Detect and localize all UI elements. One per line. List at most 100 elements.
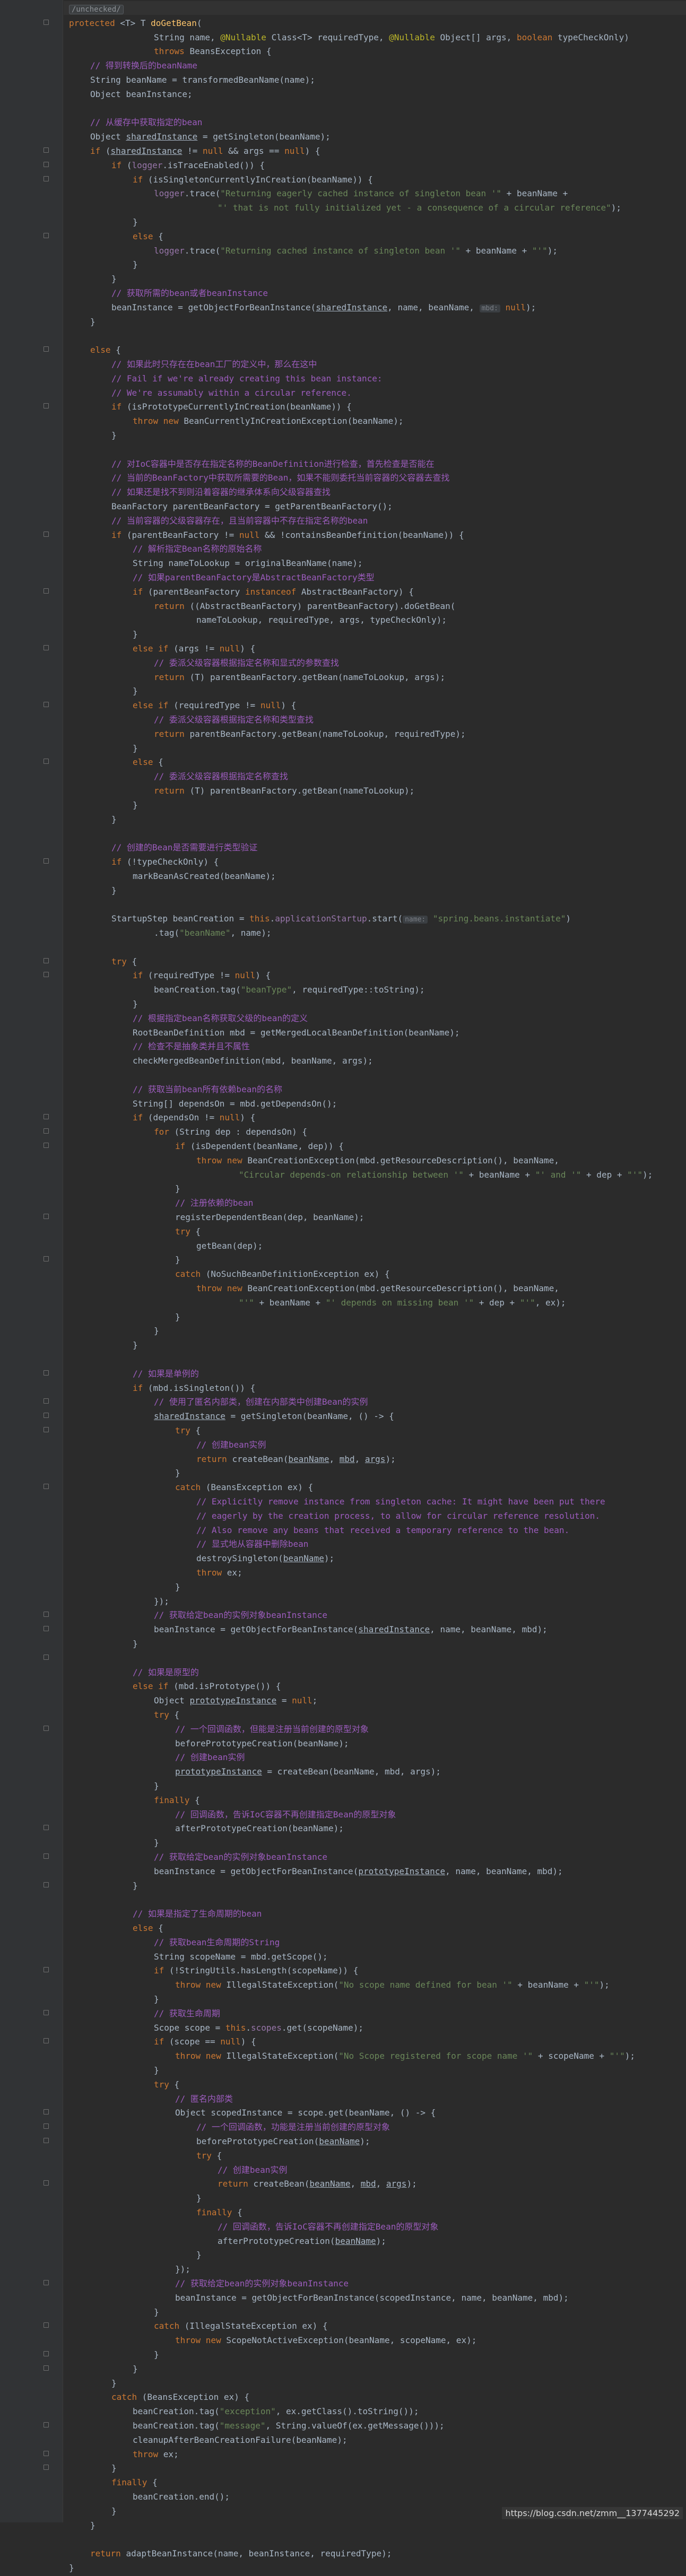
code-line[interactable]: else if (args != null) {	[133, 641, 255, 657]
code-line[interactable]: });	[154, 1594, 169, 1609]
code-line[interactable]: catch (BeansException ex) {	[175, 1480, 313, 1495]
code-line[interactable]: throw new IllegalStateException("No Scop…	[175, 2048, 635, 2064]
code-line[interactable]: finally {	[111, 2475, 158, 2491]
fold-marker-icon[interactable]	[44, 403, 49, 409]
code-line[interactable]: if (isDependent(beanName, dep)) {	[175, 1138, 344, 1154]
code-line[interactable]: if (isSingletonCurrentlyInCreation(beanN…	[133, 172, 373, 188]
code-line[interactable]: Object prototypeInstance = null;	[154, 1693, 317, 1709]
code-line[interactable]: beanInstance = getObjectForBeanInstance(…	[175, 2290, 569, 2306]
code-line[interactable]: "'" + beanName + "' depends on missing b…	[239, 1295, 566, 1311]
code-line[interactable]: beanCreation.tag("beanType", requiredTyp…	[154, 982, 425, 998]
code-line[interactable]: }	[133, 683, 138, 699]
fold-marker-icon[interactable]	[44, 1413, 49, 1418]
code-line[interactable]: });	[175, 2261, 190, 2277]
fold-marker-icon[interactable]	[44, 19, 49, 25]
code-line[interactable]: beanInstance = getObjectForBeanInstance(…	[154, 1622, 548, 1638]
code-line[interactable]: // 根据指定bean名称获取父级的bean的定义	[133, 1011, 308, 1026]
code-line[interactable]: // Explicitly remove instance from singl…	[196, 1494, 605, 1510]
code-line[interactable]: registerDependentBean(dep, beanName);	[175, 1209, 364, 1225]
code-line[interactable]: // 对IoC容器中是否存在指定名称的BeanDefinition进行检查，首先…	[111, 456, 435, 472]
fold-marker-icon[interactable]	[44, 759, 49, 764]
code-line[interactable]: else if (requiredType != null) {	[133, 698, 296, 713]
fold-marker-icon[interactable]	[44, 2450, 49, 2456]
code-line[interactable]: // 创建bean实例	[196, 1437, 266, 1453]
code-line[interactable]: // We're assumably within a circular ref…	[111, 385, 352, 401]
code-line[interactable]: return (T) parentBeanFactory.getBean(nam…	[154, 783, 414, 799]
fold-marker-icon[interactable]	[44, 2109, 49, 2115]
fold-marker-icon[interactable]	[44, 1825, 49, 1831]
fold-marker-icon[interactable]	[44, 972, 49, 978]
code-line[interactable]: throw new ScopeNotActiveException(beanNa…	[175, 2333, 476, 2348]
code-line[interactable]: beforePrototypeCreation(beanName);	[175, 1736, 349, 1752]
code-line[interactable]: // 显式地从容器中删除bean	[196, 1536, 308, 1552]
code-line[interactable]: if (requiredType != null) {	[133, 968, 271, 984]
code-line[interactable]: return createBean(beanName, mbd, args);	[196, 1451, 396, 1467]
code-line[interactable]: }	[133, 996, 138, 1012]
code-line[interactable]: // 解析指定Bean名称的原始名称	[133, 541, 262, 557]
fold-marker-icon[interactable]	[44, 531, 49, 537]
code-line[interactable]: }	[154, 1835, 159, 1851]
code-line[interactable]: StartupStep beanCreation = this.applicat…	[111, 911, 571, 927]
code-line[interactable]: if (!typeCheckOnly) {	[111, 854, 219, 870]
code-line[interactable]: if (!StringUtils.hasLength(scopeName)) {	[154, 1963, 358, 1979]
code-line[interactable]: getBean(dep);	[196, 1238, 263, 1254]
code-line[interactable]: }	[133, 626, 138, 642]
fold-marker-icon[interactable]	[44, 2124, 49, 2129]
code-line[interactable]: beforePrototypeCreation(beanName);	[196, 2134, 370, 2149]
code-line[interactable]: }	[133, 1636, 138, 1652]
code-line[interactable]: throws BeansException {	[154, 43, 272, 59]
code-line[interactable]: }	[175, 1252, 180, 1268]
code-line[interactable]: "' that is not fully initialized yet - a…	[218, 200, 621, 216]
code-line[interactable]: // 匿名内部类	[175, 2091, 233, 2107]
code-line[interactable]: // 获取给定bean的实例对象beanInstance	[154, 1607, 327, 1623]
fold-marker-icon[interactable]	[44, 2365, 49, 2371]
code-line[interactable]: // 如果还是找不到则沿着容器的继承体系向父级容器查找	[111, 484, 331, 500]
code-line[interactable]: String beanName = transformedBeanName(na…	[90, 72, 315, 88]
fold-marker-icon[interactable]	[44, 1114, 49, 1120]
code-line[interactable]: }	[175, 1579, 180, 1595]
fold-marker-icon[interactable]	[44, 2351, 49, 2356]
code-line[interactable]: markBeanAsCreated(beanName);	[133, 868, 276, 884]
code-line[interactable]: return adaptBeanInstance(name, beanInsta…	[90, 2546, 392, 2562]
code-line[interactable]: Scope scope = this.scopes.get(scopeName)…	[154, 2020, 363, 2036]
code-line[interactable]: beanCreation.tag("message", String.value…	[133, 2418, 445, 2434]
fold-marker-icon[interactable]	[44, 588, 49, 594]
code-line[interactable]: }	[133, 797, 138, 813]
code-line[interactable]: }	[69, 2560, 74, 2576]
fold-marker-icon[interactable]	[44, 958, 49, 963]
code-line[interactable]: Object sharedInstance = getSingleton(bea…	[90, 129, 331, 145]
fold-marker-icon[interactable]	[44, 1427, 49, 1432]
fold-marker-icon[interactable]	[44, 2009, 49, 2015]
code-line[interactable]: }	[111, 2503, 117, 2519]
fold-marker-icon[interactable]	[44, 1256, 49, 1262]
fold-marker-icon[interactable]	[44, 2038, 49, 2044]
code-line[interactable]: sharedInstance = getSingleton(beanName, …	[154, 1408, 394, 1424]
code-line[interactable]: Object scopedInstance = scope.get(beanNa…	[175, 2105, 436, 2121]
code-line[interactable]: // 如果是指定了生命周期的bean	[133, 1906, 262, 1922]
code-line[interactable]: // 如果是原型的	[133, 1665, 199, 1681]
code-line[interactable]: }	[154, 1991, 159, 2007]
code-line[interactable]: prototypeInstance = createBean(beanName,…	[175, 1764, 441, 1780]
code-editor[interactable]: /unchecked/protected <T> T doGetBean(Str…	[0, 0, 686, 2573]
code-line[interactable]: if (parentBeanFactory instanceof Abstrac…	[133, 584, 414, 600]
code-line[interactable]: beanInstance = getObjectForBeanInstance(…	[111, 300, 536, 316]
code-line[interactable]: // 一个回调函数，功能是注册当前创建的原型对象	[196, 2119, 390, 2135]
code-line[interactable]: try {	[175, 1224, 201, 1240]
code-line[interactable]: logger.trace("Returning cached instance …	[154, 243, 558, 259]
code-line[interactable]: }	[133, 257, 138, 273]
code-line[interactable]: if (dependsOn != null) {	[133, 1110, 255, 1126]
code-line[interactable]: try {	[154, 1707, 179, 1723]
fold-marker-icon[interactable]	[44, 1612, 49, 1617]
fold-marker-icon[interactable]	[44, 232, 49, 238]
fold-marker-icon[interactable]	[44, 2422, 49, 2427]
code-line[interactable]: // eagerly by the creation process, to a…	[196, 1508, 600, 1524]
code-line[interactable]: // 当前的BeanFactory中获取所需要的Bean，如果不能则委托当前容器…	[111, 470, 449, 486]
code-line[interactable]: return parentBeanFactory.getBean(nameToL…	[154, 726, 466, 742]
code-line[interactable]: // Fail if we're already creating this b…	[111, 371, 383, 387]
fold-marker-icon[interactable]	[44, 1398, 49, 1404]
code-line[interactable]: // 获取生命周期	[154, 2006, 220, 2022]
fold-marker-icon[interactable]	[44, 147, 49, 153]
code-line[interactable]: }	[154, 1778, 159, 1794]
code-line[interactable]: }	[90, 314, 95, 330]
code-line[interactable]: .tag("beanName", name);	[154, 925, 272, 941]
